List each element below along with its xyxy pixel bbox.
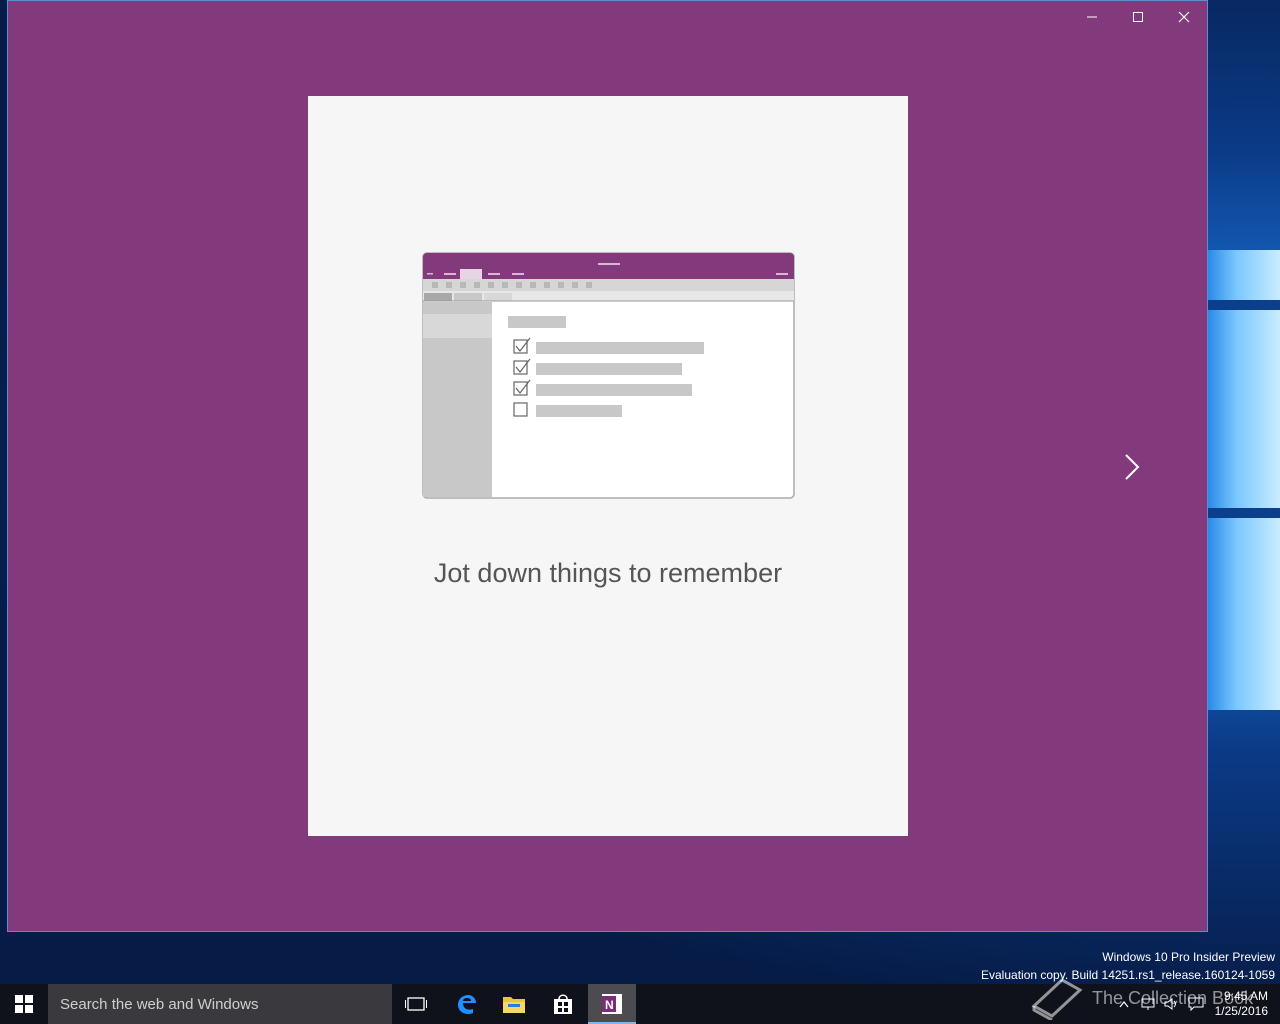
wallpaper-divider [1208, 508, 1280, 518]
search-box[interactable]: Search the web and Windows [48, 984, 392, 1024]
edge-icon [458, 995, 476, 1015]
next-arrow-icon[interactable] [1120, 453, 1144, 481]
build-watermark-line1: Windows 10 Pro Insider Preview [1102, 950, 1275, 964]
edge-button[interactable] [442, 984, 490, 1024]
folder-icon [503, 997, 525, 1013]
start-button[interactable] [0, 984, 48, 1024]
collection-text: The Collection Book [1092, 987, 1254, 1008]
intro-caption: Jot down things to remember [433, 558, 783, 588]
store-icon [554, 994, 572, 1014]
onenote-illustration [422, 252, 795, 499]
onenote-taskbar-button[interactable]: N [588, 984, 636, 1024]
file-explorer-button[interactable] [490, 984, 538, 1024]
store-button[interactable] [539, 984, 587, 1024]
search-placeholder: Search the web and Windows [60, 995, 259, 1013]
minimize-icon [1087, 16, 1097, 18]
maximize-button[interactable] [1115, 1, 1161, 33]
minimize-button[interactable] [1069, 1, 1115, 33]
close-icon [1178, 11, 1190, 23]
maximize-icon [1133, 12, 1143, 22]
intro-card: Jot down things to remember [308, 96, 908, 836]
task-view-icon [405, 997, 427, 1011]
wallpaper-window-logo [1208, 250, 1280, 710]
collection-watermark: The Collection Book [1030, 976, 1253, 1020]
task-view-button[interactable] [392, 984, 440, 1024]
svg-text:N: N [605, 998, 614, 1012]
window-controls [1069, 1, 1207, 33]
close-button[interactable] [1161, 1, 1207, 33]
onenote-icon: N [602, 994, 622, 1014]
windows-logo-icon [15, 995, 33, 1013]
onenote-window: Jot down things to remember [7, 0, 1208, 932]
book-icon [1031, 978, 1083, 1020]
wallpaper-divider [1208, 300, 1280, 310]
